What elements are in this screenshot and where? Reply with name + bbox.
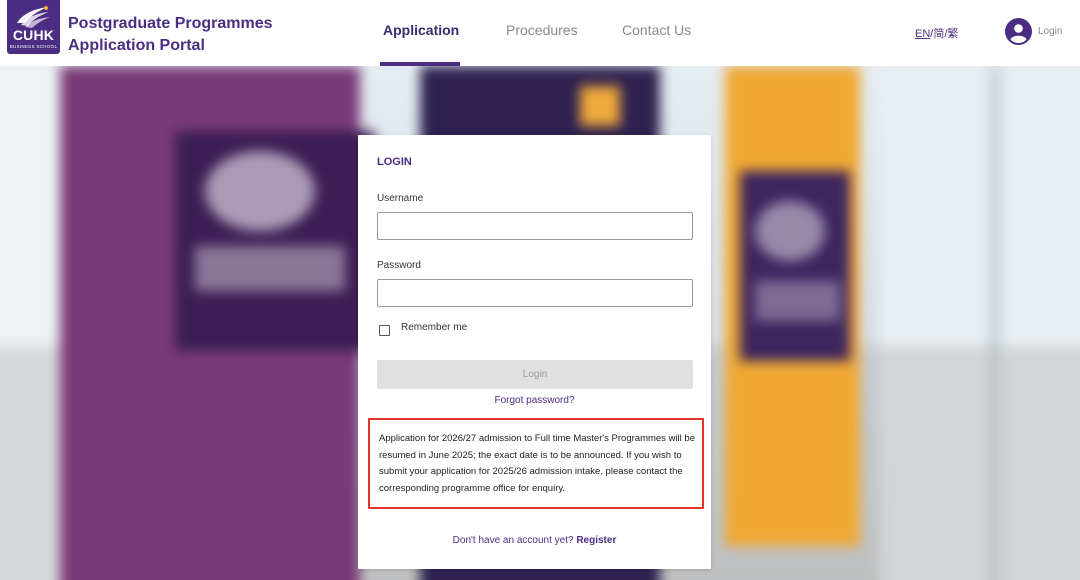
register-prompt-text: Don't have an account yet?: [452, 535, 574, 546]
nav-tab-contact-us[interactable]: Contact Us: [622, 22, 691, 38]
login-button[interactable]: Login: [377, 360, 693, 389]
password-input[interactable]: [377, 279, 693, 307]
header-login-link[interactable]: Login: [1038, 26, 1062, 37]
admission-notice-text: Application for 2026/27 admission to Ful…: [379, 433, 695, 494]
logo-subtext: BUSINESS SCHOOL: [9, 44, 58, 49]
register-prompt: Don't have an account yet? Register: [358, 535, 711, 546]
nav-tab-procedures[interactable]: Procedures: [506, 22, 578, 38]
username-input[interactable]: [377, 212, 693, 240]
language-en-link[interactable]: EN: [915, 28, 930, 40]
remember-me-label[interactable]: Remember me: [401, 322, 467, 333]
cuhk-business-school-logo[interactable]: CUHK BUSINESS SCHOOL: [7, 0, 60, 54]
admission-notice-box: Application for 2026/27 admission to Ful…: [368, 418, 704, 509]
language-traditional-chinese-link[interactable]: 繁: [947, 28, 958, 40]
login-card-title: LOGIN: [377, 156, 412, 168]
username-label: Username: [377, 193, 424, 204]
login-card: LOGIN Username Password Remember me Logi…: [358, 135, 711, 569]
active-tab-indicator: [380, 62, 460, 66]
register-link[interactable]: Register: [576, 535, 616, 546]
logo-emblem-icon: [17, 6, 50, 28]
remember-me-checkbox[interactable]: [379, 325, 390, 336]
forgot-password-link[interactable]: Forgot password?: [358, 395, 711, 406]
user-avatar-icon[interactable]: [1005, 18, 1032, 45]
portal-title-line1: Postgraduate Programmes: [68, 15, 273, 32]
nav-tab-application[interactable]: Application: [383, 22, 459, 38]
top-header: CUHK BUSINESS SCHOOL Postgraduate Progra…: [0, 0, 1080, 66]
language-switcher: EN/简/繁: [915, 25, 958, 41]
password-label: Password: [377, 260, 421, 271]
logo-text: CUHK: [12, 27, 55, 43]
language-simplified-chinese-link[interactable]: 简: [933, 28, 944, 40]
portal-title-line2: Application Portal: [68, 37, 205, 54]
portal-title: Postgraduate Programmes Application Port…: [68, 13, 273, 57]
